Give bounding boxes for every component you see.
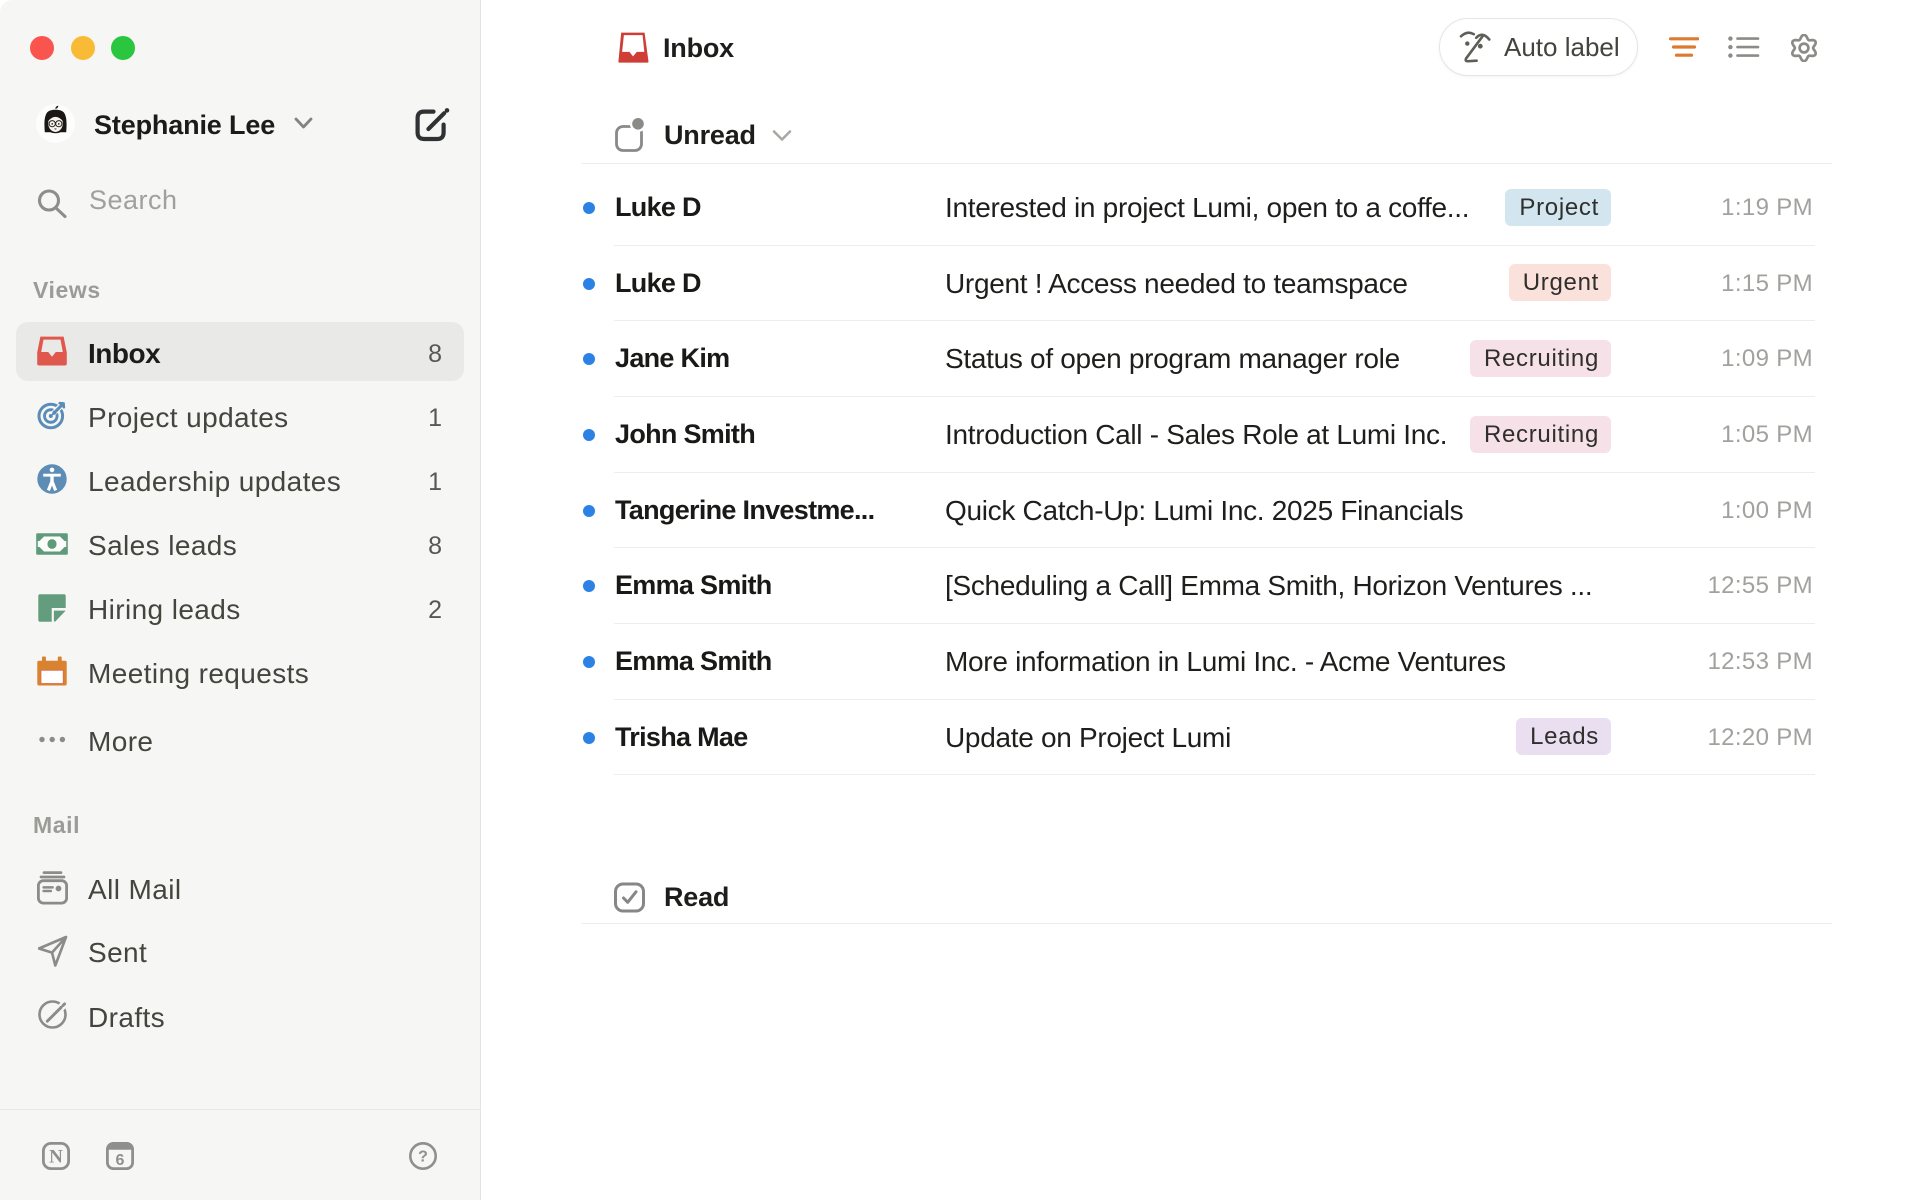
svg-text:6: 6 [116, 1152, 125, 1169]
svg-text:N: N [49, 1147, 63, 1168]
svg-text:?: ? [418, 1149, 428, 1166]
